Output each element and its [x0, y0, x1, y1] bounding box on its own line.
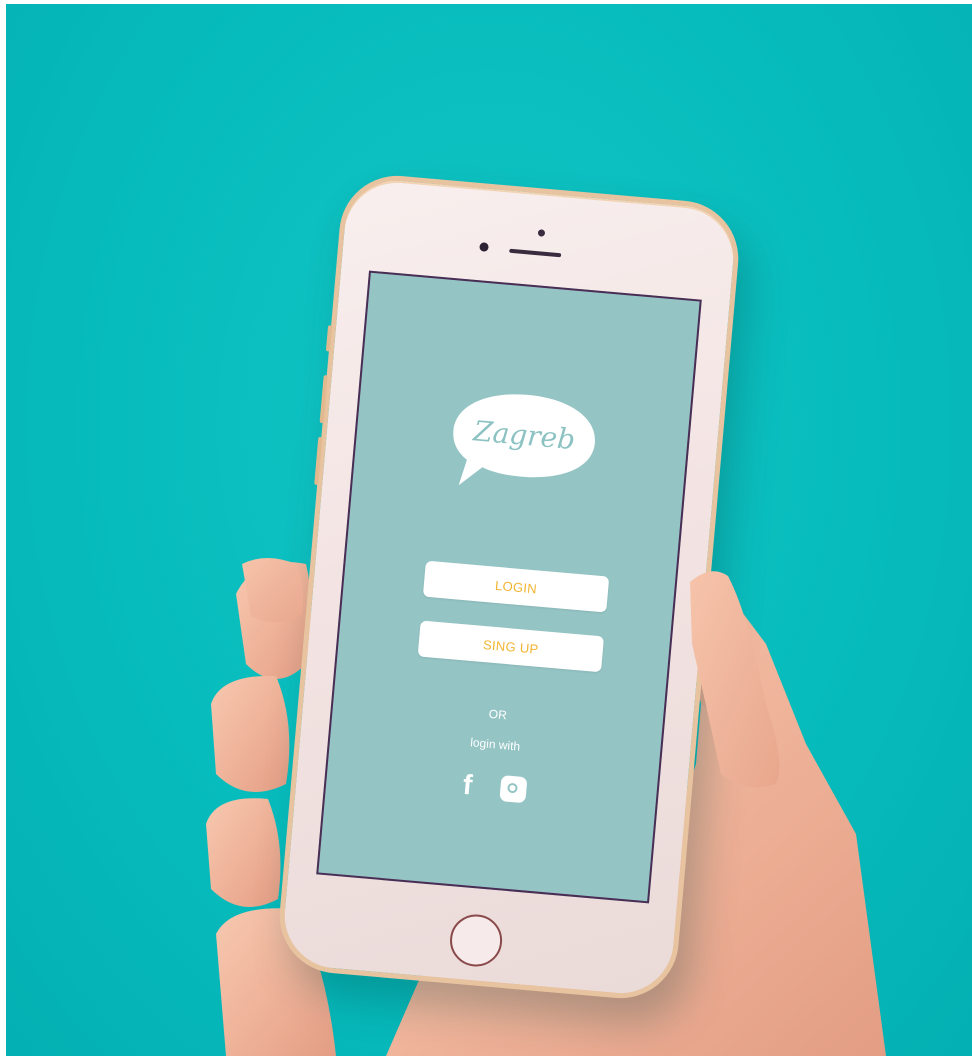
zagreb-logo-bubble: Zagreb [453, 394, 595, 486]
app-screen: Zagreb LOGIN SING UP OR login with f [316, 270, 702, 904]
instagram-lens [507, 782, 518, 794]
photo-background: Zagreb LOGIN SING UP OR login with f [6, 4, 972, 1056]
instagram-icon[interactable] [499, 775, 528, 804]
signup-button[interactable]: SING UP [417, 620, 605, 673]
proximity-sensor [479, 242, 489, 252]
facebook-icon[interactable]: f [455, 769, 479, 801]
earpiece-speaker [509, 248, 562, 258]
home-button[interactable] [447, 912, 505, 969]
social-login-row: f [326, 759, 657, 816]
smartphone: Zagreb LOGIN SING UP OR login with f [274, 171, 744, 1003]
front-camera [537, 229, 546, 237]
login-button[interactable]: LOGIN [422, 560, 610, 613]
mute-switch [325, 325, 333, 352]
